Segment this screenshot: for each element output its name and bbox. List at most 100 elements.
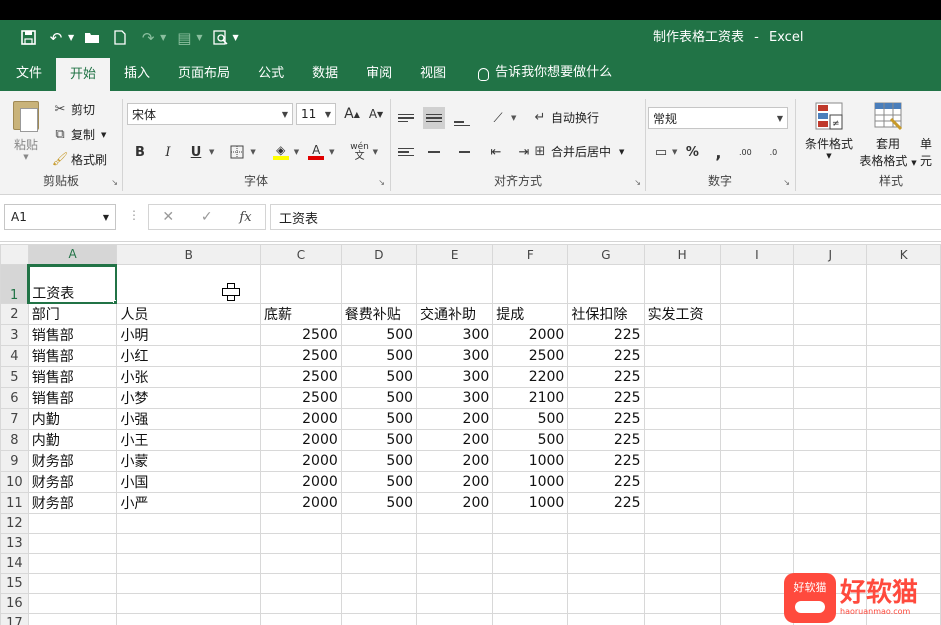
column-header-i[interactable]: I [719,244,795,265]
cell-k10[interactable] [866,471,941,493]
row-header[interactable]: 7 [0,408,29,430]
column-header-d[interactable]: D [340,244,418,265]
cell-i2[interactable] [719,303,795,325]
cell-d15[interactable] [340,573,418,594]
cell-a7[interactable]: 内勤 [27,408,118,430]
cell-d3[interactable]: 500 [340,324,418,346]
align-top-icon[interactable] [395,107,417,129]
column-header-c[interactable]: C [260,244,342,265]
cell-g5[interactable]: 225 [567,366,645,388]
cell-e9[interactable]: 200 [416,450,494,472]
cell-e6[interactable]: 300 [416,387,494,409]
cancel-icon[interactable]: ✕ [162,209,174,225]
fill-handle[interactable] [113,300,116,303]
cell-b7[interactable]: 小强 [116,408,262,430]
cell-h12[interactable] [643,513,721,534]
cell-i9[interactable] [719,450,795,472]
formula-input[interactable]: 工资表 [270,204,941,230]
name-box[interactable]: A1 ▼ [4,204,116,230]
cell-k4[interactable] [866,345,941,367]
cell-c15[interactable] [260,573,342,594]
cell-g14[interactable] [567,553,645,574]
cell-d4[interactable]: 500 [340,345,418,367]
redo-dropdown-icon[interactable]: ▼ [160,33,166,42]
cell-j9[interactable] [793,450,868,472]
cell-i7[interactable] [719,408,795,430]
cell-d7[interactable]: 500 [340,408,418,430]
cell-i14[interactable] [719,553,795,574]
cell-j7[interactable] [793,408,868,430]
cell-a2[interactable]: 部门 [27,303,118,325]
cell-h7[interactable] [643,408,721,430]
alignment-launcher-icon[interactable]: ↘ [634,178,641,187]
cell-c12[interactable] [260,513,342,534]
cell-c17[interactable] [260,613,342,625]
cell-g13[interactable] [567,533,645,554]
tab-view[interactable]: 视图 [406,55,460,91]
cell-d14[interactable] [340,553,418,574]
cell-a16[interactable] [27,593,118,614]
tab-formulas[interactable]: 公式 [244,55,298,91]
tab-review[interactable]: 审阅 [352,55,406,91]
row-header[interactable]: 15 [0,573,29,594]
cell-c16[interactable] [260,593,342,614]
cell-e3[interactable]: 300 [416,324,494,346]
number-format-combo[interactable]: 常规 ▼ [648,107,788,129]
align-right-icon[interactable] [451,141,473,163]
cell-f11[interactable]: 1000 [492,492,569,514]
phonetic-button[interactable]: wén 文 [349,141,371,163]
cell-h15[interactable] [643,573,721,594]
column-header-g[interactable]: G [567,244,645,265]
enter-icon[interactable]: ✓ [201,209,213,225]
cell-h6[interactable] [643,387,721,409]
cell-g12[interactable] [567,513,645,534]
row-header[interactable]: 4 [0,345,29,367]
cell-h4[interactable] [643,345,721,367]
cell-j12[interactable] [793,513,868,534]
cell-b4[interactable]: 小红 [116,345,262,367]
align-center-icon[interactable] [423,141,445,163]
cell-a13[interactable] [27,533,118,554]
cell-g3[interactable]: 225 [567,324,645,346]
cell-b1[interactable] [116,264,262,304]
tab-file[interactable]: 文件 [0,55,56,91]
cell-c9[interactable]: 2000 [260,450,342,472]
cell-d5[interactable]: 500 [340,366,418,388]
format-painter-button[interactable]: 🖌 格式刷 [52,151,107,168]
cell-c7[interactable]: 2000 [260,408,342,430]
cell-d9[interactable]: 500 [340,450,418,472]
cell-d10[interactable]: 500 [340,471,418,493]
cell-styles-button[interactable]: 单元 [920,135,941,169]
tab-home[interactable]: 开始 [56,58,111,91]
row-header[interactable]: 13 [0,533,29,554]
cell-i5[interactable] [719,366,795,388]
cell-g6[interactable]: 225 [567,387,645,409]
borders-icon[interactable] [226,141,248,163]
cell-i17[interactable] [719,613,795,625]
cell-a10[interactable]: 财务部 [27,471,118,493]
column-header-k[interactable]: K [866,244,941,265]
increase-decimal-button[interactable]: .00 [733,141,757,163]
cell-h11[interactable] [643,492,721,514]
cell-h3[interactable] [643,324,721,346]
row-header[interactable]: 16 [0,593,29,614]
cell-e14[interactable] [416,553,494,574]
cell-i13[interactable] [719,533,795,554]
shrink-font-button[interactable]: A ▼ [365,103,387,125]
paste-special-icon[interactable]: ▤ [172,26,196,50]
format-as-table-button[interactable]: 套用 表格格式 ▼ [858,101,918,169]
cell-a5[interactable]: 销售部 [27,366,118,388]
cell-c11[interactable]: 2000 [260,492,342,514]
cell-g4[interactable]: 225 [567,345,645,367]
cell-f5[interactable]: 2200 [492,366,569,388]
cell-e10[interactable]: 200 [416,471,494,493]
row-header[interactable]: 17 [0,613,29,625]
cell-h17[interactable] [643,613,721,625]
cell-b3[interactable]: 小明 [116,324,262,346]
italic-button[interactable]: I [157,141,179,163]
paste-dropdown-icon[interactable]: ▼ [196,33,202,42]
cell-b17[interactable] [116,613,262,625]
paste-button[interactable]: 粘贴 ▼ [8,101,44,161]
font-size-combo[interactable]: 11 ▼ [296,103,336,125]
cell-a6[interactable]: 销售部 [27,387,118,409]
